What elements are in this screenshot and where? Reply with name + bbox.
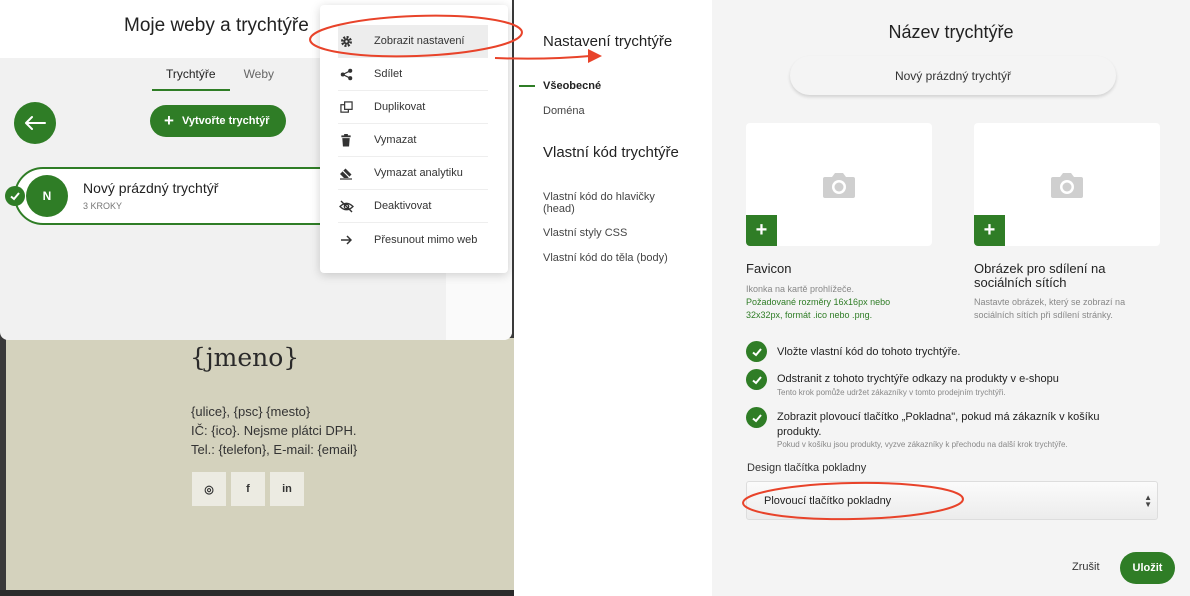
menu-item-label: Vymazat analytiku	[374, 167, 463, 179]
menu-item-duplicate[interactable]: Duplikovat	[338, 91, 488, 124]
nav-active-indicator	[519, 85, 535, 87]
background-bottom-strip	[0, 590, 514, 596]
share-image-title: Obrázek pro sdílení na sociálních sítích	[974, 261, 1106, 290]
nav-item-css[interactable]: Vlastní styly CSS	[543, 227, 627, 239]
duplicate-icon	[338, 99, 354, 115]
selected-check-icon[interactable]	[5, 186, 25, 206]
funnel-settings-form: Název trychtýře + + Favicon Ikonka na ka…	[712, 0, 1190, 596]
checkout-design-value: Plovoucí tlačítko pokladny	[764, 495, 892, 507]
footer-address: {ulice}, {psc} {mesto} IČ: {ico}. Nejsme…	[191, 402, 357, 459]
page-title: Moje weby a trychtýře	[124, 15, 309, 36]
linkedin-icon[interactable]: in	[270, 472, 304, 506]
custom-code-label: Vložte vlastní kód do tohoto trychtýře.	[777, 346, 961, 358]
menu-item-label: Zobrazit nastavení	[374, 35, 465, 47]
camera-icon	[823, 173, 855, 198]
facebook-icon[interactable]: f	[231, 472, 265, 506]
funnel-name: Nový prázdný trychtýř	[83, 180, 219, 196]
nav-item-body-code[interactable]: Vlastní kód do těla (body)	[543, 252, 668, 264]
floating-checkout-hint: Pokud v košíku jsou produkty, vyzve záka…	[777, 440, 1068, 449]
back-button[interactable]	[14, 102, 56, 144]
settings-navigation: Nastavení trychtýře Všeobecné Doména Vla…	[514, 0, 712, 596]
floating-checkout-checkbox[interactable]	[746, 407, 767, 428]
check-icon	[751, 347, 762, 356]
website-footer	[6, 338, 514, 590]
funnels-tabs: Trychtýře Weby	[152, 62, 288, 91]
menu-item-share[interactable]: Sdílet	[338, 58, 488, 91]
create-funnel-button[interactable]: + Vytvořte trychtýř	[150, 105, 286, 137]
checkout-design-select[interactable]: Plovoucí tlačítko pokladny ▲ ▼	[746, 481, 1158, 520]
remove-product-links-label: Odstranit z tohoto trychtýře odkazy na p…	[777, 373, 1059, 385]
add-share-image-button[interactable]: +	[974, 215, 1005, 246]
favicon-requirements: Požadované rozměry 16x16px nebo 32x32px,…	[746, 297, 891, 320]
add-favicon-button[interactable]: +	[746, 215, 777, 246]
favicon-desc-text: Ikonka na kartě prohlížeče.	[746, 284, 855, 294]
menu-item-move-out[interactable]: Přesunout mimo web	[338, 223, 488, 256]
tab-funnels[interactable]: Trychtýře	[152, 62, 230, 91]
remove-product-links-checkbox[interactable]	[746, 369, 767, 390]
menu-item-label: Vymazat	[374, 134, 417, 146]
check-icon	[751, 375, 762, 384]
menu-item-label: Přesunout mimo web	[374, 233, 478, 246]
camera-icon	[1051, 173, 1083, 198]
nav-item-general[interactable]: Všeobecné	[543, 80, 601, 92]
share-image-description: Nastavte obrázek, který se zobrazí na so…	[974, 297, 1126, 320]
nav-item-head-code[interactable]: Vlastní kód do hlavičky (head)	[543, 191, 681, 215]
nav-heading-custom-code: Vlastní kód trychtýře	[543, 144, 679, 161]
menu-item-label: Deaktivovat	[374, 200, 432, 212]
custom-code-checkbox[interactable]	[746, 341, 767, 362]
funnel-name-input[interactable]	[790, 56, 1116, 95]
tab-websites[interactable]: Weby	[230, 62, 288, 91]
eraser-icon	[338, 165, 354, 181]
gear-icon	[338, 33, 354, 49]
cancel-button[interactable]: Zrušit	[1072, 561, 1100, 573]
menu-item-delete[interactable]: Vymazat	[338, 124, 488, 157]
form-title: Název trychtýře	[888, 22, 1014, 42]
footer-company-line: IČ: {ico}. Nejsme plátci DPH.	[191, 423, 357, 438]
menu-item-show-settings[interactable]: Zobrazit nastavení	[338, 25, 488, 58]
trash-icon	[338, 132, 354, 148]
instagram-icon[interactable]: ◎	[192, 472, 226, 506]
floating-checkout-label: Zobrazit plovoucí tlačítko „Pokladna", p…	[777, 411, 1100, 438]
create-funnel-label: Vytvořte trychtýř	[181, 115, 270, 127]
favicon-description: Ikonka na kartě prohlížeče. Požadované r…	[746, 283, 926, 322]
footer-brand: {jmeno}	[190, 343, 300, 372]
arrow-left-icon	[25, 116, 46, 130]
menu-item-label: Duplikovat	[374, 101, 426, 113]
funnel-steps: 3 KROKY	[83, 201, 123, 211]
nav-item-domain[interactable]: Doména	[543, 105, 585, 117]
save-button[interactable]: Uložit	[1120, 552, 1175, 584]
funnel-context-menu: Zobrazit nastavení Sdílet Duplikovat Vym…	[320, 5, 508, 273]
menu-item-deactivate[interactable]: Deaktivovat	[338, 190, 488, 223]
select-arrows-icon: ▲ ▼	[1144, 493, 1152, 509]
eye-off-icon	[338, 198, 354, 214]
social-links: ◎ f in	[192, 472, 304, 506]
menu-item-label: Sdílet	[374, 68, 403, 80]
nav-heading-funnel-settings: Nastavení trychtýře	[543, 33, 673, 50]
footer-address-line: {ulice}, {psc} {mesto}	[191, 404, 311, 419]
arrow-right-icon	[338, 232, 354, 248]
favicon-upload[interactable]: +	[746, 123, 932, 246]
check-icon	[751, 413, 762, 422]
footer-contact-line: Tel.: {telefon}, E-mail: {email}	[191, 442, 358, 457]
share-icon	[338, 66, 354, 82]
menu-item-delete-analytics[interactable]: Vymazat analytiku	[338, 157, 488, 190]
plus-icon: +	[164, 111, 174, 130]
share-image-upload[interactable]: +	[974, 123, 1160, 246]
funnel-avatar: N	[26, 175, 68, 217]
favicon-title: Favicon	[746, 261, 792, 276]
remove-product-links-hint: Tento krok pomůže udržet zákazníky v tom…	[777, 388, 1006, 397]
checkout-design-label: Design tlačítka pokladny	[747, 462, 867, 474]
